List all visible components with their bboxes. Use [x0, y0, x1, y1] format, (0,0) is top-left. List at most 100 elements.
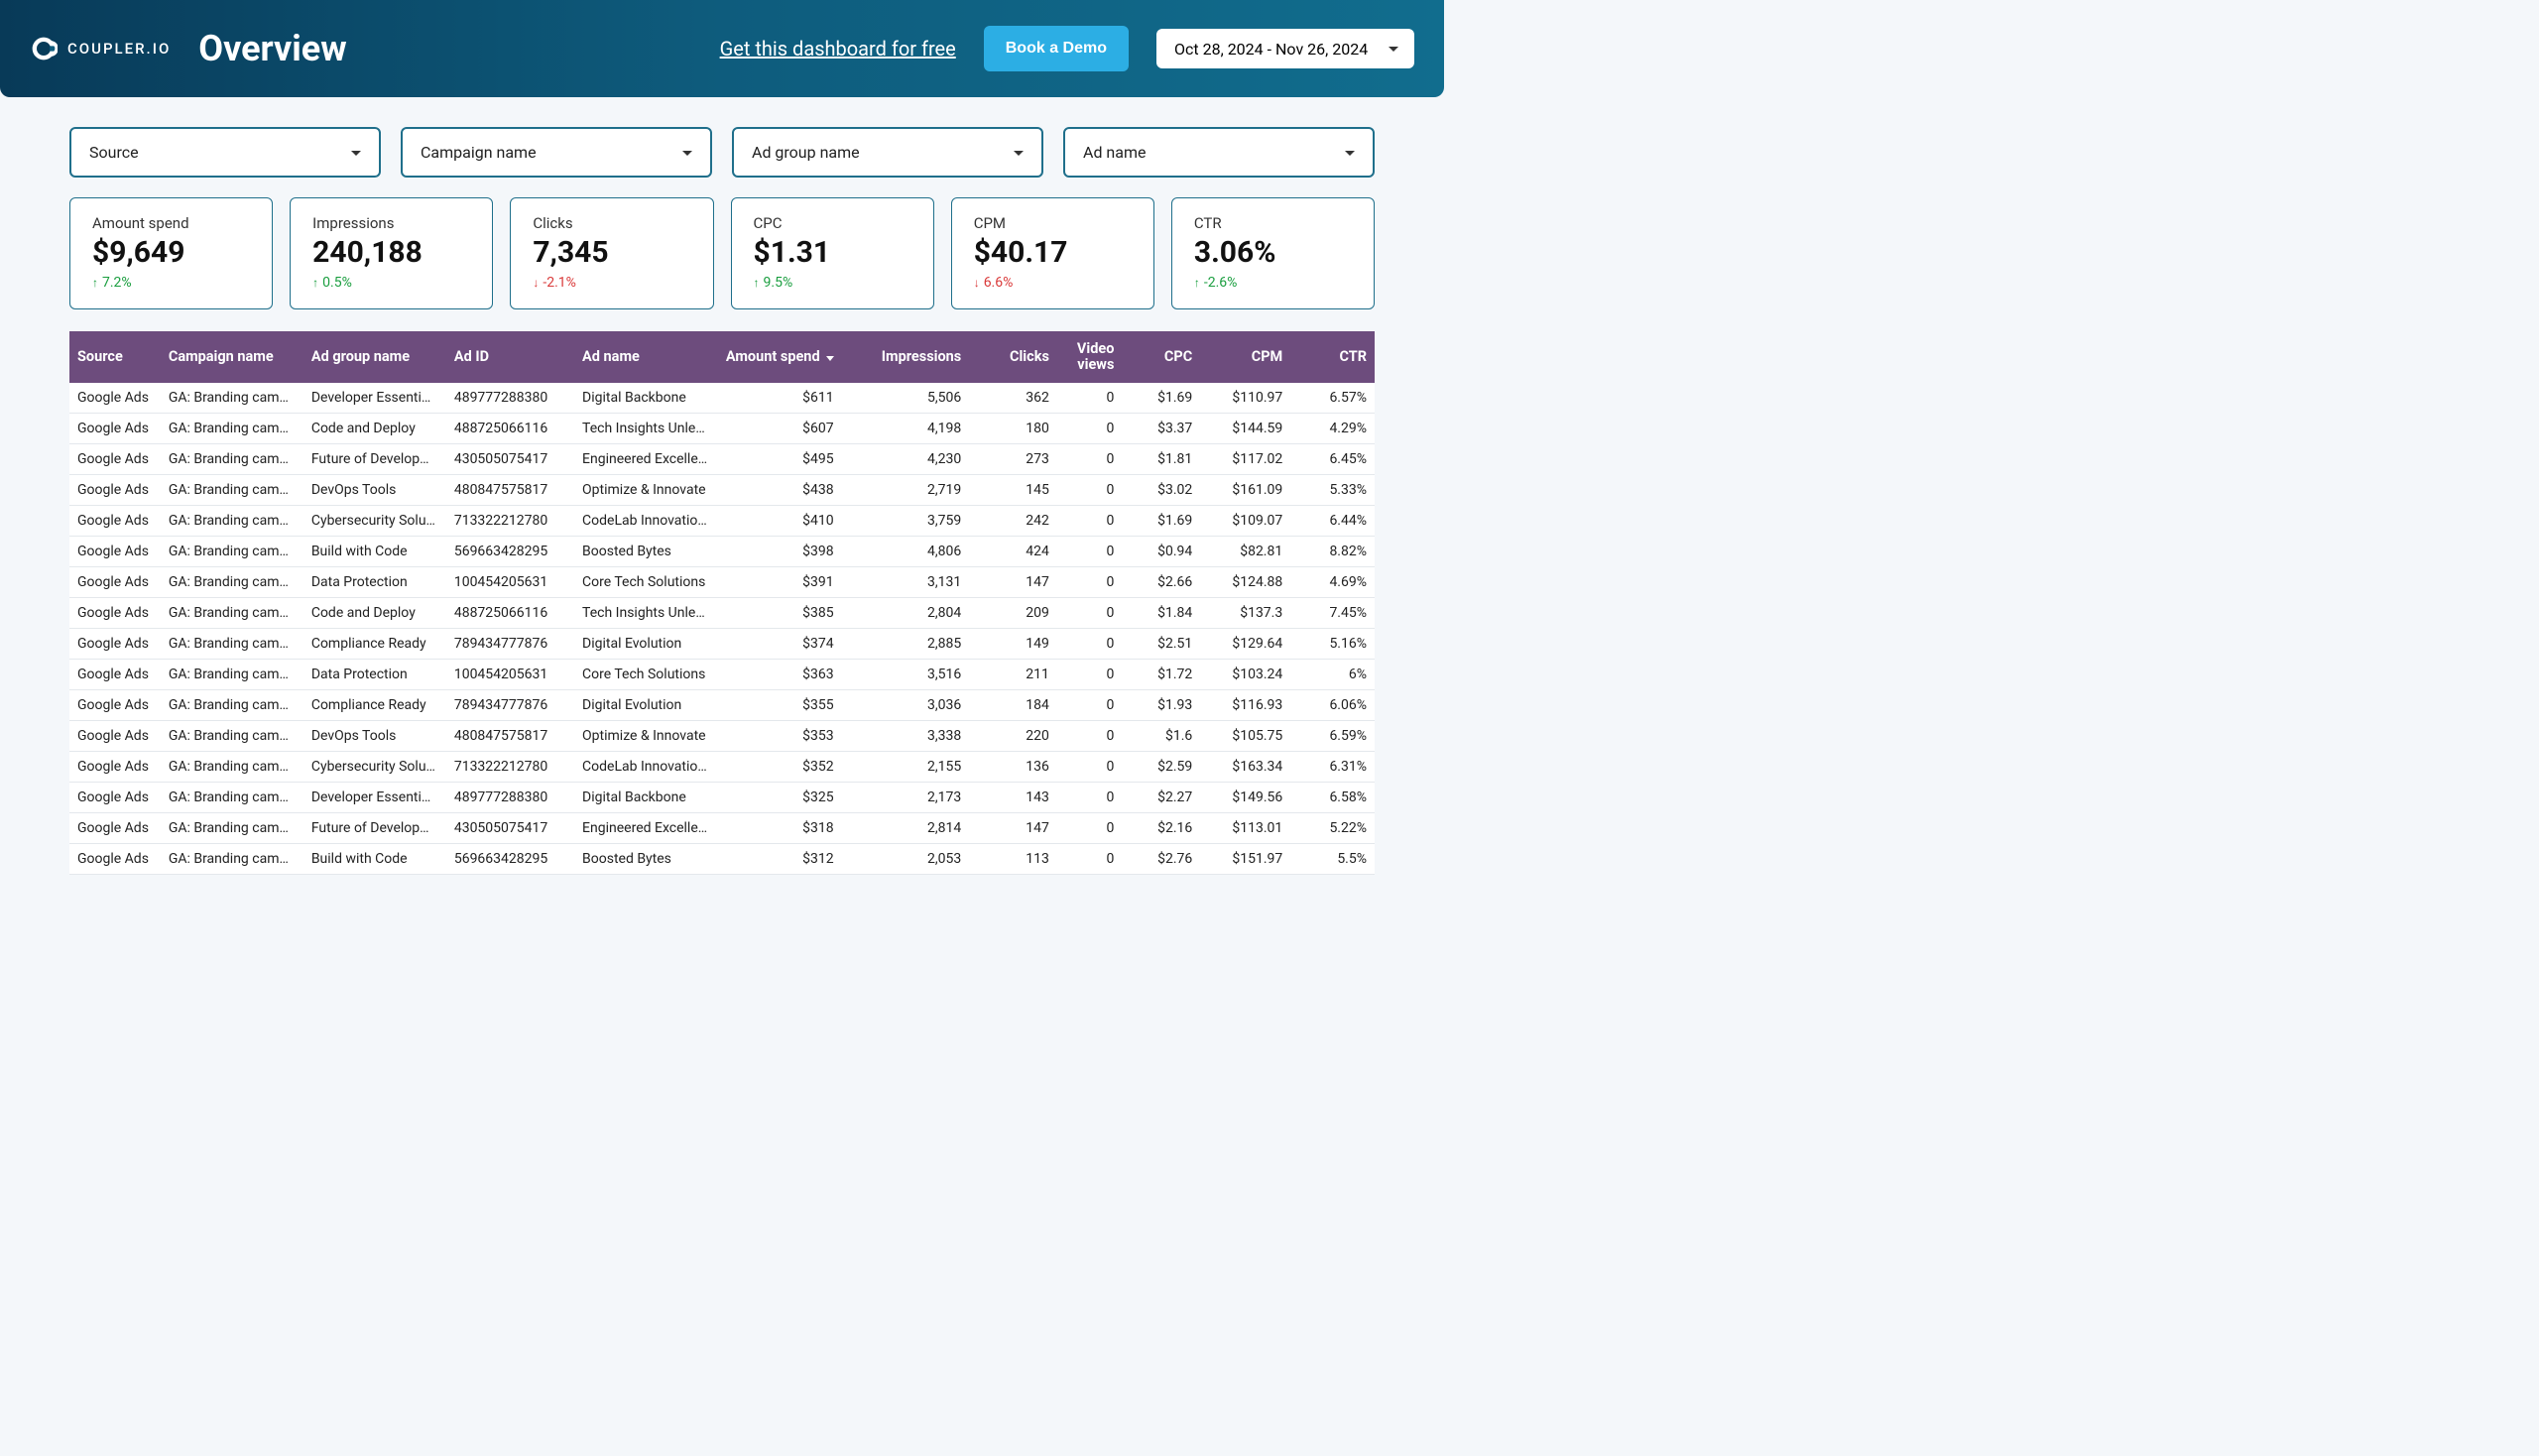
arrow-up-icon: ↑ [754, 276, 760, 290]
col-impressions[interactable]: Impressions [842, 331, 970, 383]
cell-video-views: 0 [1057, 566, 1123, 597]
cell-cpc: $1.69 [1122, 383, 1200, 414]
filter-row: Source Campaign name Ad group name Ad na… [0, 97, 1444, 193]
cell-video-views: 0 [1057, 689, 1123, 720]
metric-label: CPM [974, 214, 1132, 232]
cell-impressions: 3,338 [842, 720, 970, 751]
filter-label: Ad name [1083, 143, 1146, 162]
cell-adname: Engineered Excelle… [574, 443, 715, 474]
cell-clicks: 145 [969, 474, 1057, 505]
cell-video-views: 0 [1057, 720, 1123, 751]
col-adname[interactable]: Ad name [574, 331, 715, 383]
cell-source: Google Ads [69, 443, 161, 474]
metric-value: $1.31 [754, 236, 911, 269]
cell-cpc: $0.94 [1122, 536, 1200, 566]
table-row[interactable]: Google AdsGA: Branding camp…Developer Es… [69, 782, 1375, 812]
cell-cpm: $117.02 [1200, 443, 1290, 474]
col-adid[interactable]: Ad ID [446, 331, 574, 383]
col-clicks[interactable]: Clicks [969, 331, 1057, 383]
filter-campaign-name[interactable]: Campaign name [401, 127, 712, 178]
col-campaign[interactable]: Campaign name [161, 331, 303, 383]
filter-source[interactable]: Source [69, 127, 381, 178]
cell-clicks: 220 [969, 720, 1057, 751]
table-row[interactable]: Google AdsGA: Branding camp…Cybersecurit… [69, 505, 1375, 536]
cell-impressions: 3,131 [842, 566, 970, 597]
cell-cpc: $2.76 [1122, 843, 1200, 874]
filter-label: Source [89, 143, 139, 162]
cell-spend: $363 [715, 659, 842, 689]
col-source[interactable]: Source [69, 331, 161, 383]
cell-spend: $374 [715, 628, 842, 659]
table-row[interactable]: Google AdsGA: Branding camp…Build with C… [69, 843, 1375, 874]
cell-adid: 569663428295 [446, 536, 574, 566]
table-row[interactable]: Google AdsGA: Branding camp…Code and Dep… [69, 597, 1375, 628]
metric-label: Clicks [533, 214, 690, 232]
cell-clicks: 362 [969, 383, 1057, 414]
cell-ctr: 6.44% [1290, 505, 1375, 536]
cell-adgroup: DevOps Tools [303, 474, 446, 505]
cell-cpc: $3.02 [1122, 474, 1200, 505]
cell-video-views: 0 [1057, 413, 1123, 443]
cell-clicks: 184 [969, 689, 1057, 720]
cell-campaign: GA: Branding camp… [161, 597, 303, 628]
metric-delta: ↑ 0.5% [312, 275, 470, 291]
cell-clicks: 143 [969, 782, 1057, 812]
col-cpm[interactable]: CPM [1200, 331, 1290, 383]
cell-source: Google Ads [69, 812, 161, 843]
cell-adid: 480847575817 [446, 474, 574, 505]
table-row[interactable]: Google AdsGA: Branding camp…Code and Dep… [69, 413, 1375, 443]
table-row[interactable]: Google AdsGA: Branding camp…Future of De… [69, 443, 1375, 474]
metric-card: Impressions240,188↑ 0.5% [290, 197, 493, 309]
cell-cpc: $1.93 [1122, 689, 1200, 720]
table-row[interactable]: Google AdsGA: Branding camp…Data Protect… [69, 566, 1375, 597]
cell-source: Google Ads [69, 505, 161, 536]
col-amount-spend[interactable]: Amount spend [715, 331, 842, 383]
header: COUPLER.IO Overview Get this dashboard f… [0, 0, 1444, 97]
col-adgroup[interactable]: Ad group name [303, 331, 446, 383]
metric-label: Impressions [312, 214, 470, 232]
cell-cpm: $161.09 [1200, 474, 1290, 505]
col-video-views[interactable]: Videoviews [1057, 331, 1123, 383]
cell-campaign: GA: Branding camp… [161, 659, 303, 689]
cell-video-views: 0 [1057, 812, 1123, 843]
cell-impressions: 2,173 [842, 782, 970, 812]
cell-spend: $611 [715, 383, 842, 414]
cell-adgroup: Data Protection [303, 566, 446, 597]
arrow-up-icon: ↑ [92, 276, 98, 290]
cell-source: Google Ads [69, 751, 161, 782]
table-row[interactable]: Google AdsGA: Branding camp…Cybersecurit… [69, 751, 1375, 782]
cell-adgroup: Code and Deploy [303, 413, 446, 443]
table-row[interactable]: Google AdsGA: Branding camp…Compliance R… [69, 689, 1375, 720]
filter-ad-name[interactable]: Ad name [1063, 127, 1375, 178]
table-row[interactable]: Google AdsGA: Branding camp…Build with C… [69, 536, 1375, 566]
cell-campaign: GA: Branding camp… [161, 843, 303, 874]
get-dashboard-link[interactable]: Get this dashboard for free [720, 37, 956, 61]
cell-impressions: 2,814 [842, 812, 970, 843]
cell-video-views: 0 [1057, 536, 1123, 566]
cell-ctr: 5.33% [1290, 474, 1375, 505]
table-row[interactable]: Google AdsGA: Branding camp…Compliance R… [69, 628, 1375, 659]
cell-adgroup: Developer Essentials [303, 782, 446, 812]
cell-clicks: 424 [969, 536, 1057, 566]
book-demo-button[interactable]: Book a Demo [984, 26, 1129, 71]
col-ctr[interactable]: CTR [1290, 331, 1375, 383]
cell-ctr: 8.82% [1290, 536, 1375, 566]
cell-ctr: 4.29% [1290, 413, 1375, 443]
table-row[interactable]: Google AdsGA: Branding camp…DevOps Tools… [69, 720, 1375, 751]
table-row[interactable]: Google AdsGA: Branding camp…Data Protect… [69, 659, 1375, 689]
metric-label: CPC [754, 214, 911, 232]
cell-adgroup: Data Protection [303, 659, 446, 689]
cell-adgroup: Cybersecurity Solut… [303, 751, 446, 782]
cell-clicks: 147 [969, 812, 1057, 843]
cell-source: Google Ads [69, 383, 161, 414]
cell-cpm: $116.93 [1200, 689, 1290, 720]
cell-cpm: $103.24 [1200, 659, 1290, 689]
col-cpc[interactable]: CPC [1122, 331, 1200, 383]
table-row[interactable]: Google AdsGA: Branding camp…Developer Es… [69, 383, 1375, 414]
cell-impressions: 2,053 [842, 843, 970, 874]
table-row[interactable]: Google AdsGA: Branding camp…Future of De… [69, 812, 1375, 843]
cell-spend: $398 [715, 536, 842, 566]
date-range-picker[interactable]: Oct 28, 2024 - Nov 26, 2024 [1156, 29, 1414, 68]
filter-ad-group-name[interactable]: Ad group name [732, 127, 1043, 178]
table-row[interactable]: Google AdsGA: Branding camp…DevOps Tools… [69, 474, 1375, 505]
